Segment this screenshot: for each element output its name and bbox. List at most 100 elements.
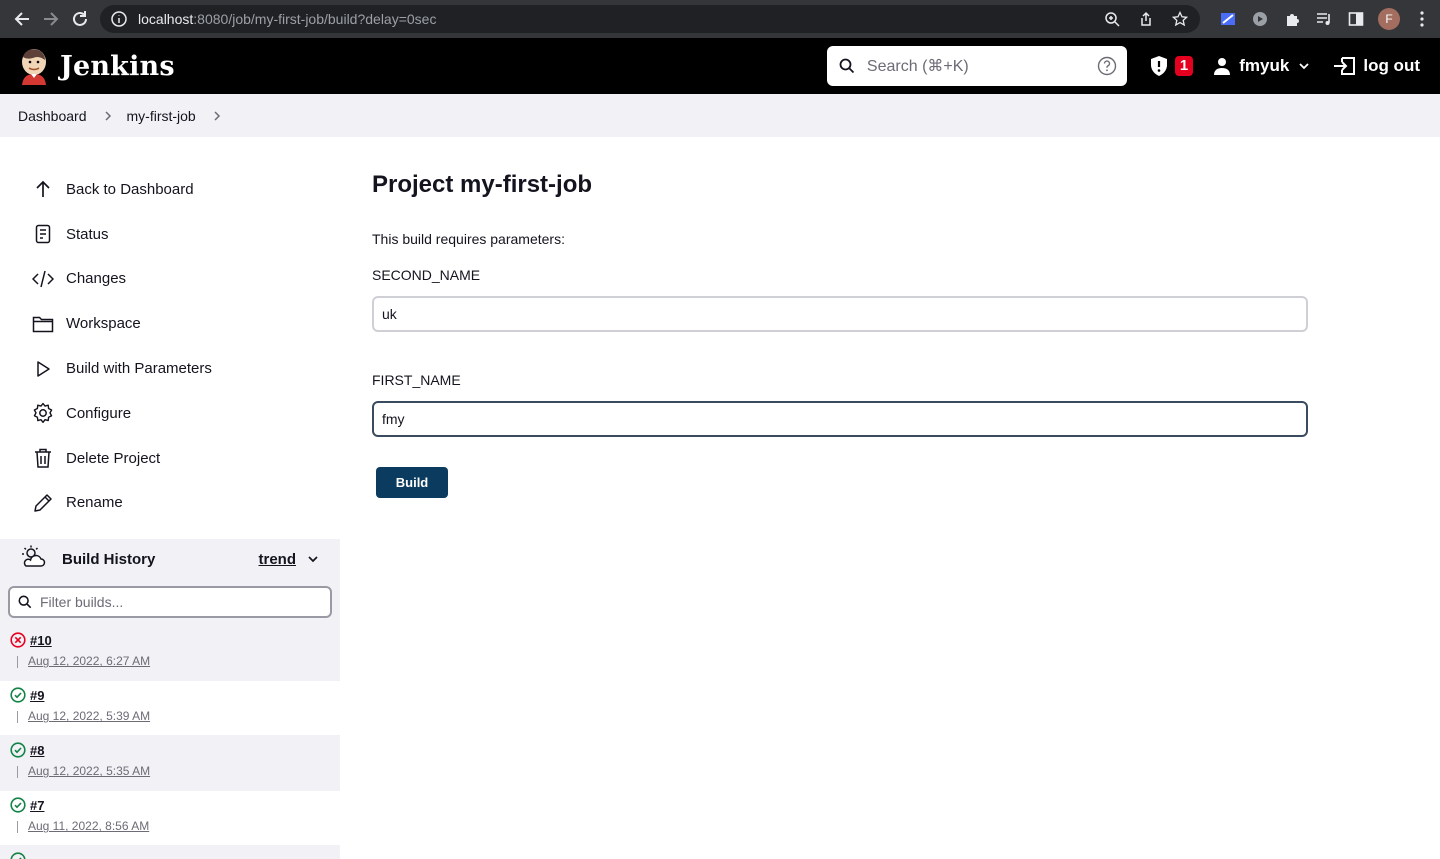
arrow-up-icon — [32, 178, 54, 200]
build-button[interactable]: Build — [376, 467, 448, 498]
task-label: Changes — [66, 270, 127, 288]
task-delete-project[interactable]: Delete Project — [0, 436, 340, 481]
task-label: Status — [66, 225, 109, 243]
filter-builds-box[interactable] — [8, 586, 332, 619]
task-label: Configure — [66, 404, 132, 422]
share-icon[interactable] — [1136, 9, 1156, 29]
first-name-input[interactable] — [372, 401, 1308, 437]
breadcrumb-dashboard[interactable]: Dashboard — [18, 108, 87, 124]
weather-cloud-icon — [20, 544, 46, 575]
brand-name: Jenkins — [60, 50, 175, 82]
task-status[interactable]: Status — [0, 212, 340, 257]
task-back-to-dashboard[interactable]: Back to Dashboard — [0, 167, 340, 212]
build-row-partial — [0, 846, 340, 859]
side-panel: Back to Dashboard Status Changes Workspa… — [0, 137, 340, 859]
search-placeholder: Search (⌘+K) — [866, 58, 969, 75]
search-icon — [18, 595, 32, 609]
document-icon — [32, 223, 54, 245]
logout-label: log out — [1363, 56, 1420, 75]
address-bar[interactable]: localhost:8080/job/my-first-job/build?de… — [100, 5, 1201, 33]
chevron-right-icon[interactable] — [212, 110, 222, 122]
puzzle-icon[interactable] — [1282, 9, 1302, 29]
chevron-down-icon — [308, 556, 318, 563]
build-history-header: Build History trend — [0, 539, 340, 580]
bookmark-star-icon[interactable] — [1170, 9, 1190, 29]
username: fmyuk — [1239, 56, 1290, 75]
folder-icon — [32, 313, 54, 335]
jenkins-header: Jenkins Search (⌘+K) 1 fmyuk log out — [0, 38, 1440, 94]
breadcrumb-job[interactable]: my-first-job — [127, 108, 196, 124]
build-row: #7 Aug 11, 2022, 8:56 AM — [0, 791, 340, 847]
search-box[interactable]: Search (⌘+K) — [826, 46, 1127, 86]
reload-icon[interactable] — [65, 3, 94, 35]
extension-icon[interactable] — [1218, 9, 1238, 29]
parameters-description: This build requires parameters: — [372, 231, 565, 247]
user-menu[interactable]: fmyuk — [1213, 56, 1311, 76]
build-row: #8 Aug 12, 2022, 5:35 AM — [0, 736, 340, 792]
side-panel-icon[interactable] — [1346, 9, 1366, 29]
profile-avatar[interactable]: F — [1378, 8, 1401, 30]
build-history-title: Build History — [62, 550, 156, 568]
page-title: Project my-first-job — [372, 171, 593, 198]
search-icon — [839, 58, 855, 74]
logout-link[interactable]: log out — [1333, 56, 1420, 76]
task-changes[interactable]: Changes — [0, 257, 340, 302]
failed-status-icon — [10, 632, 26, 648]
breadcrumb: Dashboard my-first-job — [0, 94, 1440, 137]
build-row: #10 Aug 12, 2022, 6:27 AM — [0, 626, 340, 682]
build-number-link[interactable]: #9 — [30, 688, 44, 703]
browser-toolbar: localhost:8080/job/my-first-job/build?de… — [0, 0, 1440, 38]
build-date-link[interactable]: Aug 12, 2022, 6:27 AM — [17, 654, 330, 669]
back-arrow-icon[interactable] — [8, 3, 37, 35]
main-panel: Project my-first-job This build requires… — [340, 137, 1440, 859]
shield-icon — [1150, 56, 1167, 76]
build-row: #9 Aug 12, 2022, 5:39 AM — [0, 681, 340, 737]
zoom-icon[interactable] — [1102, 9, 1122, 29]
build-date-link[interactable]: Aug 12, 2022, 5:35 AM — [17, 764, 330, 779]
jenkins-logo[interactable]: Jenkins — [18, 47, 175, 85]
param-label-second-name: SECOND_NAME — [372, 267, 481, 283]
task-workspace[interactable]: Workspace — [0, 301, 340, 346]
success-status-icon — [10, 687, 26, 703]
forward-arrow-icon[interactable] — [37, 3, 66, 35]
task-configure[interactable]: Configure — [0, 391, 340, 436]
task-label: Delete Project — [66, 449, 161, 467]
task-label: Workspace — [66, 315, 141, 333]
chevron-down-icon — [1299, 63, 1309, 70]
info-icon[interactable] — [110, 10, 128, 28]
user-icon — [1214, 58, 1231, 75]
pencil-icon — [32, 492, 54, 514]
task-label: Build with Parameters — [66, 360, 212, 378]
security-monitor[interactable]: 1 — [1149, 55, 1194, 77]
gear-icon — [32, 402, 54, 424]
media-icon[interactable] — [1314, 9, 1334, 29]
filter-container — [0, 579, 340, 627]
kebab-menu-icon[interactable] — [1412, 9, 1432, 29]
build-number-link[interactable]: #10 — [30, 633, 52, 648]
task-build-with-parameters[interactable]: Build with Parameters — [0, 346, 340, 391]
help-icon[interactable] — [1097, 56, 1117, 76]
logout-icon — [1334, 57, 1356, 75]
url-text: localhost:8080/job/my-first-job/build?de… — [138, 11, 437, 27]
build-date-link[interactable]: Aug 12, 2022, 5:39 AM — [17, 709, 330, 724]
build-date-link[interactable]: Aug 11, 2022, 8:56 AM — [17, 819, 330, 834]
success-status-icon — [10, 852, 26, 859]
param-label-first-name: FIRST_NAME — [372, 372, 461, 388]
trend-label: trend — [258, 550, 297, 568]
task-rename[interactable]: Rename — [0, 481, 340, 526]
extension-2-icon[interactable] — [1250, 9, 1270, 29]
chevron-right-icon — [103, 110, 113, 122]
task-label: Rename — [66, 494, 123, 512]
jenkins-butler-icon — [22, 49, 46, 85]
second-name-input[interactable] — [372, 296, 1308, 332]
code-icon — [32, 268, 54, 290]
success-status-icon — [10, 742, 26, 758]
play-icon — [32, 358, 54, 380]
trend-link[interactable]: trend — [259, 551, 321, 568]
success-status-icon — [10, 797, 26, 813]
security-count-badge: 1 — [1174, 56, 1194, 76]
build-number-link[interactable]: #7 — [30, 798, 44, 813]
filter-builds-input[interactable] — [40, 594, 322, 611]
task-label: Back to Dashboard — [66, 180, 194, 198]
build-number-link[interactable]: #8 — [30, 743, 44, 758]
